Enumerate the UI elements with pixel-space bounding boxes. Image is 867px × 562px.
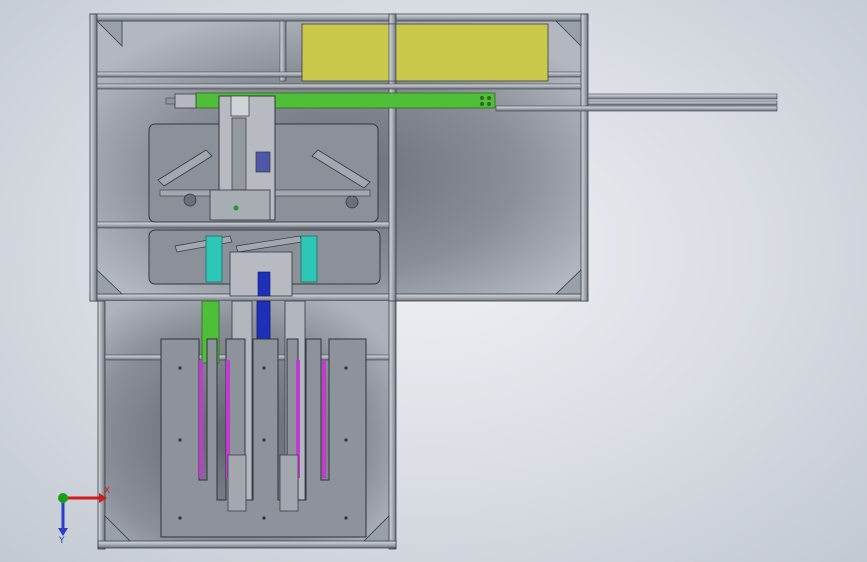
yellow-panel-divider [388,23,397,82]
blue-column [256,300,271,340]
motor [174,93,197,109]
lower-frame-right-rail [388,300,397,550]
fork-base-block [279,454,299,512]
carriage-blue-block [255,151,271,173]
teal-block-left [205,235,223,283]
extension-rail-2 [587,100,778,106]
carriage-top-block [230,95,250,117]
extension-rail [587,93,778,100]
green-rail-bolt [480,96,484,100]
fork-base-block [227,454,247,512]
triad-y-arrowhead [58,528,68,536]
motor-shaft [165,97,176,105]
triad-z-origin [58,493,68,503]
green-rail-bolt [480,102,484,106]
cross-rail-2 [96,83,582,90]
lower-carriage-blue [257,271,271,297]
upper-frame-left-rail [89,13,98,302]
upper-frame-top-rail [89,13,589,22]
carriage-slot [231,117,247,191]
upper-frame-right-rail [580,13,589,302]
fork-slot-magenta [199,360,203,478]
fork-slot-magenta [322,360,326,478]
triad-x-label: X [104,486,110,496]
green-rail-bolt [487,102,491,106]
green-rail-bolt [487,96,491,100]
upper-frame-bottom-rail [89,293,589,302]
carriage-base [209,189,271,221]
cross-rail-3 [96,221,390,229]
triad-y-label: Y [58,536,65,546]
cad-viewport[interactable]: X Y [0,0,867,562]
lower-frame-bottom-rail [97,540,397,549]
yellow-panel [301,23,549,82]
carriage-green-dot [233,205,239,211]
extension-rail-3 [495,105,778,112]
lower-frame-left-rail [97,300,106,550]
teal-block-right [300,235,318,283]
machine-assembly-drawing: X Y [58,13,778,550]
